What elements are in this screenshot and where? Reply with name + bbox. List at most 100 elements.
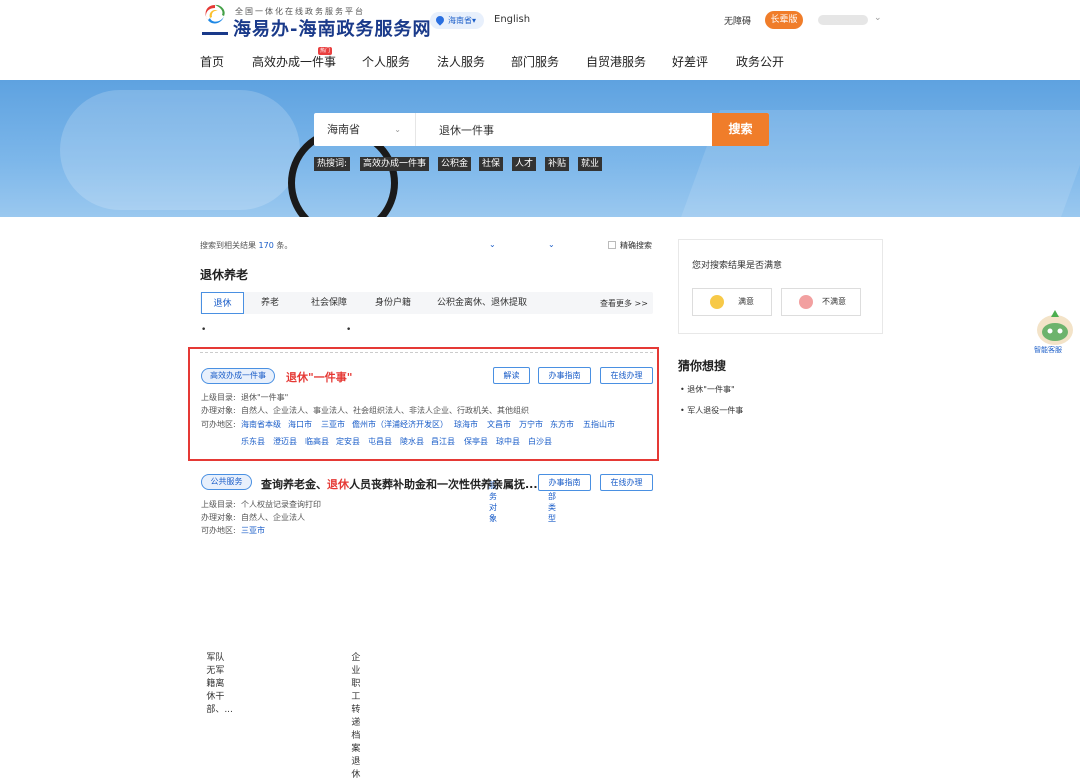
area-link[interactable]: 陵水县	[400, 436, 424, 447]
hot-word[interactable]: 社保	[479, 157, 504, 171]
guess-title: 猜你想搜	[678, 359, 727, 373]
user-account[interactable]	[818, 15, 868, 25]
area-link[interactable]: 昌江县	[431, 436, 455, 447]
area-link[interactable]: 白沙县	[528, 436, 552, 447]
area-link[interactable]: 三亚市	[321, 419, 345, 430]
item-title[interactable]: 查询养老金、退休人员丧葬补助金和一次性供养亲属抚...	[261, 476, 538, 492]
item-title-part: 人员丧葬补助金和一次性供养亲属抚...	[349, 478, 538, 491]
online-button[interactable]: 在线办理	[600, 367, 653, 384]
related-link[interactable]: • 企业职工转递档案退休	[346, 325, 360, 780]
hot-word[interactable]: 就业	[578, 157, 603, 171]
nav-item-ftz[interactable]: 自贸港服务	[586, 53, 646, 70]
search-region-select[interactable]: 海南省 ⌄	[314, 113, 416, 146]
guess-item[interactable]: • 退休"一件事"	[680, 384, 735, 395]
exact-search-label[interactable]: 精确搜索	[620, 240, 652, 251]
area-label: 可办地区:	[201, 526, 236, 535]
category-title: 退休养老	[200, 268, 249, 282]
tab-housing-fund[interactable]: 公积金离休、退休提取	[430, 292, 534, 314]
nav-item-rating[interactable]: 好差评	[672, 53, 708, 70]
nav-item-department[interactable]: 部门服务	[511, 53, 559, 70]
related-link[interactable]: • 军队无军籍离休干部、...	[201, 325, 233, 715]
parent-value: 个人权益记录查询打印	[241, 500, 321, 509]
main-nav: 首页 高效办成一件事 个人服务 法人服务 部门服务 自贸港服务 好差评 政务公开	[0, 42, 1080, 80]
related-link-label: 军队无军籍离休干部、...	[206, 653, 233, 715]
caret-down-icon: ▾	[472, 16, 477, 25]
item-tag: 公共服务	[201, 474, 252, 490]
filter-service-object[interactable]: 服务对象 ⌄	[489, 240, 497, 523]
parent-label: 上级目录:	[201, 393, 236, 402]
region-switcher[interactable]: 海南省▾	[430, 12, 485, 29]
satisfied-button[interactable]: 满意	[692, 288, 772, 316]
search-region-value: 海南省	[327, 123, 360, 136]
target-label: 办理对象:	[201, 406, 236, 415]
view-more-link[interactable]: 查看更多 >>	[600, 298, 648, 309]
nav-item-one-thing[interactable]: 高效办成一件事	[252, 53, 336, 70]
parent-label: 上级目录:	[201, 500, 236, 509]
area-link[interactable]: 乐东县	[241, 436, 265, 447]
language-link[interactable]: English	[494, 14, 530, 25]
area-label: 可办地区:	[201, 420, 236, 429]
satisfaction-survey	[678, 239, 883, 334]
logo-icon[interactable]	[200, 2, 230, 38]
chevron-down-icon: ⌄	[394, 125, 401, 134]
area-link[interactable]: 琼中县	[496, 436, 520, 447]
nav-item-legal-person[interactable]: 法人服务	[437, 53, 485, 70]
area-link[interactable]: 文昌市	[487, 419, 511, 430]
area-link[interactable]: 三亚市	[241, 525, 265, 536]
interpret-button[interactable]: 解读	[493, 367, 530, 384]
hot-words-label: 热搜词:	[314, 157, 351, 171]
hot-word[interactable]: 补贴	[545, 157, 570, 171]
filter-all-types[interactable]: 全部类型 ⌄	[548, 240, 556, 523]
chevron-down-icon[interactable]: ⌄	[874, 13, 882, 23]
unsatisfied-button[interactable]: 不满意	[781, 288, 861, 316]
nav-item-home[interactable]: 首页	[200, 53, 224, 70]
satisfied-label: 满意	[738, 297, 754, 306]
banner-decoration	[60, 90, 300, 210]
guide-button[interactable]: 办事指南	[538, 474, 591, 491]
area-link[interactable]: 五指山市	[583, 419, 615, 430]
site-title[interactable]: 海易办-海南政务服务网	[233, 15, 431, 41]
assistant-label[interactable]: 智能客服	[1034, 345, 1062, 355]
tab-pension[interactable]: 养老	[250, 292, 290, 314]
guess-item[interactable]: • 军人退役一件事	[680, 405, 743, 416]
online-button[interactable]: 在线办理	[600, 474, 653, 491]
area-link[interactable]: 临高县	[305, 436, 329, 447]
guess-item-label: 军人退役一件事	[687, 406, 744, 415]
area-link[interactable]: 东方市	[550, 419, 574, 430]
hot-word[interactable]: 公积金	[438, 157, 472, 171]
unsatisfied-label: 不满意	[822, 297, 846, 306]
area-link[interactable]: 海口市	[288, 419, 312, 430]
result-count-suffix: 条。	[276, 241, 293, 250]
hot-word[interactable]: 高效办成一件事	[360, 157, 430, 171]
search-input[interactable]	[430, 113, 712, 146]
area-link[interactable]: 琼海市	[454, 419, 478, 430]
survey-question: 您对搜索结果是否满意	[692, 261, 783, 271]
area-link[interactable]: 屯昌县	[368, 436, 392, 447]
tab-household[interactable]: 身份户籍	[364, 292, 422, 314]
item-title-highlight: 退休	[327, 478, 349, 491]
area-link[interactable]: 定安县	[336, 436, 360, 447]
elder-mode-button[interactable]: 长辈版	[765, 11, 803, 29]
item-tag: 高效办成一件事	[201, 368, 275, 384]
tab-social-security[interactable]: 社会保障	[298, 292, 360, 314]
accessibility-link[interactable]: 无障碍	[724, 14, 751, 27]
nav-item-public[interactable]: 政务公开	[736, 53, 784, 70]
item-title[interactable]: 退休"一件事"	[286, 369, 352, 385]
nav-item-personal[interactable]: 个人服务	[362, 53, 410, 70]
tab-retirement[interactable]: 退休	[201, 292, 244, 314]
area-link[interactable]: 保亭县	[464, 436, 488, 447]
area-link[interactable]: 万宁市	[519, 419, 543, 430]
area-link[interactable]: 澄迈县	[273, 436, 297, 447]
guide-button[interactable]: 办事指南	[538, 367, 591, 384]
hot-word[interactable]: 人才	[512, 157, 537, 171]
result-count-prefix: 搜索到相关结果	[200, 241, 256, 250]
area-link[interactable]: 海南省本级	[241, 419, 281, 430]
exact-search-checkbox[interactable]	[608, 241, 616, 249]
search-button[interactable]: 搜索	[712, 113, 769, 146]
parent-value: 退休"一件事"	[241, 393, 289, 402]
related-link-label: 企业职工转递档案退休	[351, 653, 361, 780]
hot-badge: 热门	[318, 47, 332, 55]
location-pin-icon	[434, 14, 446, 26]
area-link[interactable]: 儋州市（洋浦经济开发区）	[352, 419, 448, 430]
search-banner	[0, 80, 1080, 217]
